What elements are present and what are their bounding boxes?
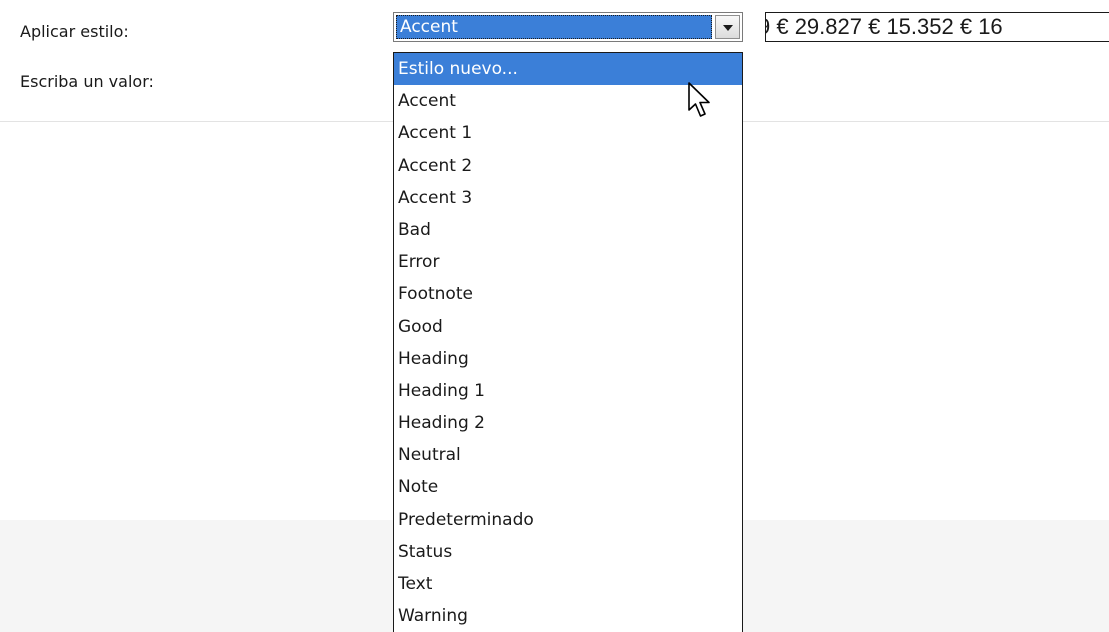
chevron-down-icon xyxy=(723,25,733,31)
dropdown-option[interactable]: Bad xyxy=(394,214,742,246)
dropdown-option[interactable]: Footnote xyxy=(394,278,742,310)
value-preview-cell: 9 € 29.827 € 15.352 € 16 xyxy=(765,12,1109,42)
dropdown-option[interactable]: Estilo nuevo... xyxy=(394,53,742,86)
dropdown-option[interactable]: Error xyxy=(394,246,742,278)
dropdown-option[interactable]: Status xyxy=(394,536,742,568)
mouse-pointer-icon xyxy=(688,82,710,117)
enter-value-label: Escriba un valor: xyxy=(20,72,154,91)
value-preview-text: 9 € 29.827 € 15.352 € 16 xyxy=(765,14,1003,39)
style-dropdown-list[interactable]: Estilo nuevo... Accent Accent 1 Accent 2 Acc… xyxy=(393,52,743,632)
style-combobox-value[interactable]: Accent xyxy=(396,15,712,39)
style-combobox[interactable]: Accent xyxy=(393,12,743,42)
dropdown-option[interactable]: Warning xyxy=(394,600,742,632)
style-combobox-dropdown-button[interactable] xyxy=(715,15,740,39)
dropdown-option[interactable]: Heading 2 xyxy=(394,407,742,439)
dropdown-option[interactable]: Neutral xyxy=(394,439,742,471)
dropdown-option[interactable]: Good xyxy=(394,311,742,343)
dropdown-option[interactable]: Accent 3 xyxy=(394,182,742,214)
dropdown-option[interactable]: Predeterminado xyxy=(394,504,742,536)
dropdown-option[interactable]: Note xyxy=(394,471,742,503)
apply-style-label: Aplicar estilo: xyxy=(20,22,129,41)
dropdown-option[interactable]: Heading xyxy=(394,343,742,375)
dropdown-option[interactable]: Heading 1 xyxy=(394,375,742,407)
dropdown-option[interactable]: Accent 2 xyxy=(394,150,742,182)
dropdown-option[interactable]: Text xyxy=(394,568,742,600)
dropdown-option[interactable]: Accent 1 xyxy=(394,117,742,149)
